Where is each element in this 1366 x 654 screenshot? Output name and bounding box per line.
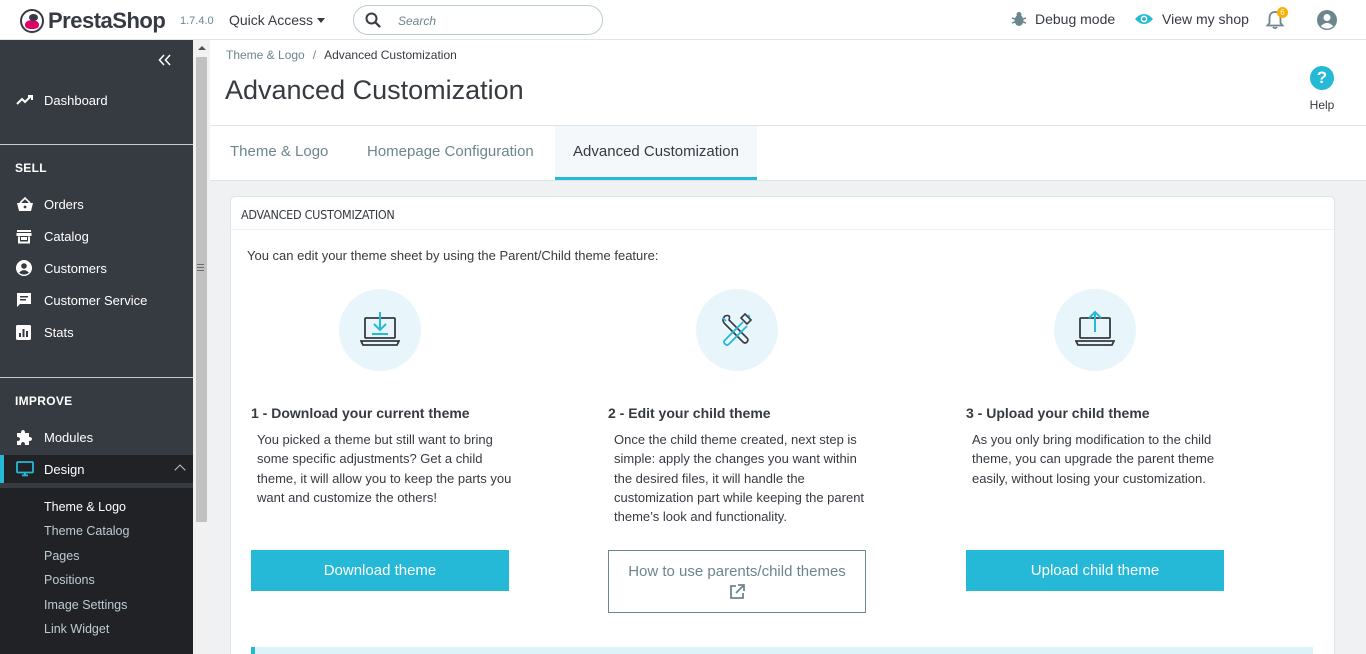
submenu-item-pages[interactable]: Pages [44,549,79,563]
eye-icon [1135,14,1153,24]
sell-section-title: SELL [15,161,47,175]
design-submenu: Theme & Logo Theme Catalog Pages Positio… [0,488,193,654]
debug-mode-label: Debug mode [1035,11,1116,27]
quick-access-label: Quick Access [229,12,314,28]
breadcrumb: Theme & Logo / Advanced Customization [226,48,457,62]
trending-up-icon [16,95,33,105]
submenu-item-theme-logo[interactable]: Theme & Logo [44,500,126,514]
caret-down-icon [317,18,326,23]
submenu-item-image-settings[interactable]: Image Settings [44,598,127,612]
step-1-icon-circle [339,289,421,371]
search-input[interactable] [398,12,588,30]
intro-text: You can edit your theme sheet by using t… [247,248,659,263]
how-to-use-child-themes-button[interactable]: How to use parents/child themes [608,550,866,613]
step-3-icon-circle [1054,289,1136,371]
step-1-title: 1 - Download your current theme [251,405,470,421]
download-theme-button[interactable]: Download theme [251,550,509,591]
submenu-item-link-widget[interactable]: Link Widget [44,622,109,636]
search-icon [365,12,381,28]
puzzle-icon [17,430,32,445]
page-title: Advanced Customization [225,75,524,105]
divider [0,144,193,145]
sidebar-scrollbar[interactable] [193,40,210,654]
sidebar-item-label: Customer Service [44,292,148,308]
how-to-use-child-themes-label: How to use parents/child themes [628,563,846,580]
laptop-upload-icon [1075,310,1115,346]
step-3-title: 3 - Upload your child theme [966,405,1150,421]
sidebar-item-dashboard[interactable]: Dashboard [0,86,193,114]
improve-section-title: IMPROVE [15,394,73,408]
notification-badge: 6 [1277,7,1288,18]
scroll-up-arrow-icon[interactable] [198,46,206,50]
info-alert [251,647,1313,654]
sidebar-item-catalog[interactable]: Catalog [0,222,193,250]
collapse-sidebar-button[interactable] [158,53,172,69]
help-button[interactable]: ? Help [1307,66,1337,112]
account-circle-icon [16,260,32,276]
step-3-text: As you only bring modification to the ch… [972,432,1215,486]
page-header: Theme & Logo / Advanced Customization Adva… [210,40,1366,181]
step-2-icon-circle [696,289,778,371]
panel-heading: ADVANCED CUSTOMIZATION [231,197,1334,230]
sidebar-item-modules[interactable]: Modules [0,423,193,451]
sidebar-item-design[interactable]: Design [0,455,193,483]
step-1-text: You picked a theme but still want to bri… [257,432,512,505]
user-account-icon [1317,10,1337,30]
breadcrumb-separator: / [312,48,317,62]
breadcrumb-link[interactable]: Theme & Logo [226,48,305,62]
sidebar-item-label: Dashboard [44,92,108,108]
account-button[interactable] [1317,10,1337,35]
sidebar-item-label: Customers [44,260,107,276]
chat-icon [17,293,31,307]
puffin-logo-icon [20,9,44,33]
sidebar-item-label: Design [44,461,85,477]
quick-access-dropdown[interactable]: Quick Access [229,12,326,28]
debug-mode-link[interactable]: Debug mode [1011,11,1115,27]
laptop-download-icon [360,312,400,346]
chevron-up-icon [174,464,186,476]
brand-name: PrestaShop [48,8,166,33]
prestashop-logo[interactable]: PrestaShop [20,8,166,34]
upload-child-theme-button[interactable]: Upload child theme [966,550,1224,591]
version-label: 1.7.4.0 [180,15,214,27]
submenu-item-positions[interactable]: Positions [44,573,95,587]
external-link-icon [730,584,745,599]
tab-theme-logo[interactable]: Theme & Logo [230,126,328,180]
tab-advanced-customization[interactable]: Advanced Customization [555,126,757,180]
store-icon [16,229,32,243]
double-chevron-left-icon [158,54,171,66]
tools-icon [722,312,753,346]
sidebar-item-label: Catalog [44,228,89,244]
sidebar-item-label: Orders [44,196,84,212]
bug-icon [1011,12,1027,26]
desktop-icon [16,461,34,477]
panel-heading-title: ADVANCED CUSTOMIZATION [241,207,395,222]
scrollbar-thumb[interactable] [196,57,207,522]
submenu-item-theme-catalog[interactable]: Theme Catalog [44,524,129,538]
divider [0,377,193,378]
view-shop-link[interactable]: View my shop [1134,11,1249,27]
step-2-title: 2 - Edit your child theme [608,405,771,421]
search-box[interactable] [353,5,603,35]
breadcrumb-current: Advanced Customization [324,48,457,62]
sidebar-item-customer-service[interactable]: Customer Service [0,286,193,314]
sidebar-item-label: Modules [44,429,94,445]
shopping-basket-icon [17,196,33,211]
sidebar-item-label: Stats [44,324,74,340]
sidebar: Dashboard SELL Orders Catalog Customers … [0,40,193,654]
scroll-grip-icon [197,264,204,274]
sidebar-item-customers[interactable]: Customers [0,254,193,282]
top-header: PrestaShop 1.7.4.0 Quick Access Debug mo… [0,0,1366,40]
help-label: Help [1309,98,1335,112]
bar-chart-icon [16,324,31,340]
advanced-customization-panel: ADVANCED CUSTOMIZATION You can edit your… [230,196,1335,654]
tab-homepage-configuration[interactable]: Homepage Configuration [367,126,534,180]
question-mark-icon: ? [1310,66,1334,90]
sidebar-item-orders[interactable]: Orders [0,190,193,218]
view-shop-label: View my shop [1162,11,1249,27]
sidebar-item-stats[interactable]: Stats [0,318,193,346]
step-2-text: Once the child theme created, next step … [614,432,865,525]
notifications-button[interactable]: 6 [1265,7,1288,35]
